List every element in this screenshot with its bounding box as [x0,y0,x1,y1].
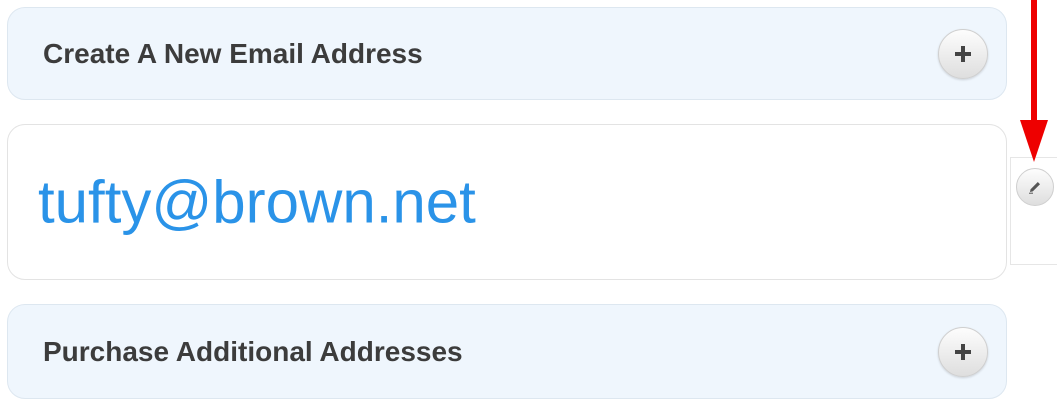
purchase-addresses-title: Purchase Additional Addresses [43,335,463,367]
create-email-panel[interactable]: Create A New Email Address [7,7,1007,100]
plus-icon [955,45,971,62]
purchase-addresses-panel[interactable]: Purchase Additional Addresses [7,304,1007,399]
email-address-text: tufty@brown.net [38,168,476,236]
create-email-title: Create A New Email Address [43,37,423,69]
pencil-icon [1029,182,1040,194]
purchase-addresses-add-button[interactable] [938,326,988,377]
red-arrow-annotation [1020,0,1048,162]
edit-email-button[interactable] [1016,168,1054,206]
plus-icon [955,343,971,360]
email-address-panel: tufty@brown.net [7,124,1007,280]
create-email-add-button[interactable] [938,28,988,79]
